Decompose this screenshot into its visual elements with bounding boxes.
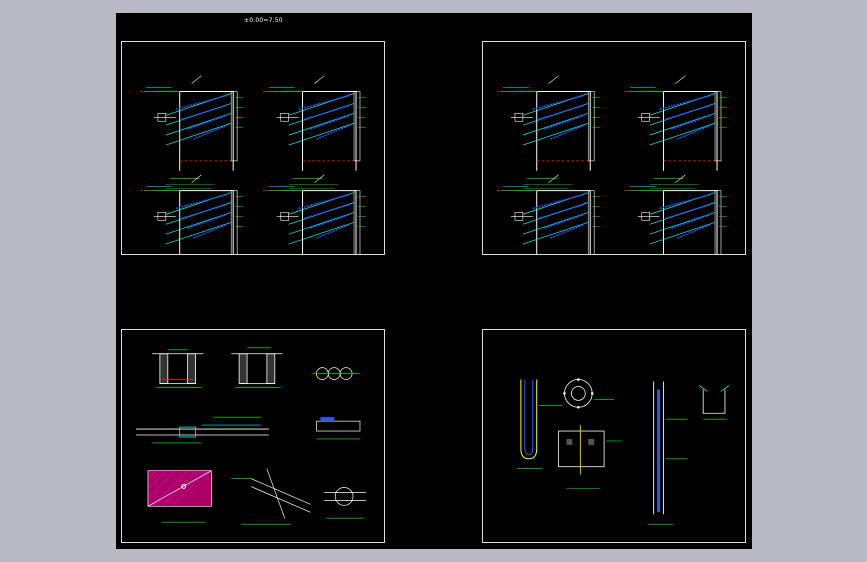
wall-section-1	[140, 75, 244, 189]
section-sheet-2[interactable]	[482, 41, 746, 255]
wall-section-4	[623, 174, 727, 254]
detail-drawing-2	[516, 378, 730, 525]
wall-section-2	[262, 75, 366, 189]
wall-section-3	[497, 174, 601, 254]
section-sheet-1[interactable]	[121, 41, 385, 255]
detail-sheet-1[interactable]	[121, 329, 385, 543]
elevation-label: ±0.00=7.50	[244, 17, 283, 24]
cad-viewport[interactable]: ±0.00=7.50	[116, 13, 752, 549]
wall-section-1	[497, 75, 601, 189]
section-drawing-1	[140, 75, 366, 254]
wall-section-3	[140, 174, 244, 254]
wall-section-4	[262, 174, 366, 254]
detail-sheet-2[interactable]	[482, 329, 746, 543]
wall-section-2	[623, 75, 727, 189]
section-drawing-2	[497, 75, 727, 254]
detail-drawing-1	[136, 347, 366, 525]
